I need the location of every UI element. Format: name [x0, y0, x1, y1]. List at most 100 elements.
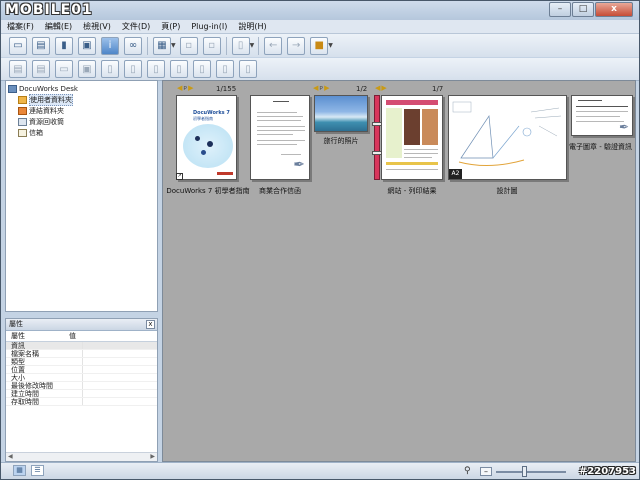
merge-icon[interactable]: ▯	[170, 60, 188, 78]
doc-stamp-thumbnail[interactable]: ✒	[571, 95, 633, 136]
rotate-icon[interactable]: ▯	[147, 60, 165, 78]
folder-tree: DocuWorks Desk 使用者資料夾 連結資料夾 資源回收筒 信箱	[5, 80, 158, 312]
doc-web-thumbnail[interactable]	[381, 95, 443, 180]
folder-open-icon[interactable]: ■	[310, 36, 329, 55]
doc-label[interactable]: 網站 - 列印結果	[373, 186, 451, 196]
horizontal-scrollbar[interactable]: ◀ ▶	[6, 452, 157, 461]
annotation-icon[interactable]: ▭	[55, 60, 73, 78]
list-view-icon[interactable]: ☰	[31, 465, 44, 476]
doc-label[interactable]: 設計圖	[467, 186, 547, 196]
grid-view-icon[interactable]: ▦	[153, 36, 171, 55]
tree-item-user-folder[interactable]: 使用者資料夾	[18, 93, 73, 106]
scanner-icon[interactable]: ▭	[9, 36, 27, 55]
split-icon[interactable]: ▯	[193, 60, 211, 78]
property-row[interactable]: 建立時間	[6, 390, 157, 398]
menu-file[interactable]: 檔案(F)	[7, 21, 34, 32]
toolbar-separator	[147, 36, 148, 55]
doc-page-nav[interactable]: ◀ᴘ▶	[313, 84, 330, 92]
brand-watermark: MOBILE01	[5, 2, 93, 18]
toolbar-separator	[258, 36, 260, 55]
recycle-bin-icon	[18, 117, 27, 126]
paste-icon[interactable]: ▫	[179, 36, 198, 55]
doc-label[interactable]: 電子圖章 - 驗證資訊	[569, 142, 635, 152]
tree-root[interactable]: DocuWorks Desk	[8, 83, 78, 94]
property-row[interactable]: 檔案名稱	[6, 350, 157, 358]
pane-splitter[interactable]	[5, 313, 158, 317]
document-desk: ◀ᴘ▶ 1/155 DocuWorks 7 初學者指南 ↗ DocuWorks …	[162, 80, 636, 462]
export-icon[interactable]: ▮	[55, 36, 73, 55]
status-bar: ▦ ☰ ⚲ – #2207953	[1, 462, 639, 479]
close-icon[interactable]: x	[146, 320, 155, 329]
pen-icon: ✒	[618, 120, 629, 134]
doc-letter-thumbnail[interactable]: ✒	[250, 95, 310, 180]
fax-icon[interactable]: ▯	[239, 60, 257, 78]
chevron-down-icon[interactable]: ▼	[250, 42, 255, 49]
properties-header: 屬性 x	[6, 319, 157, 331]
tree-item-mailbox[interactable]: 信箱	[18, 127, 43, 138]
property-row[interactable]: 存取時間	[6, 398, 157, 406]
doc-label[interactable]: 商業合作信函	[243, 186, 317, 196]
menu-bar: 檔案(F) 編輯(E) 檢視(V) 文件(D) 頁(P) Plug-in(I) …	[1, 20, 639, 34]
column-name[interactable]: 屬性	[11, 331, 69, 341]
extract-icon[interactable]: ▯	[124, 60, 142, 78]
doc-page-nav[interactable]: ◀ᴘ▶	[177, 84, 194, 92]
menu-document[interactable]: 文件(D)	[122, 21, 150, 32]
menu-edit[interactable]: 編輯(E)	[45, 21, 72, 32]
info-icon[interactable]: i	[101, 36, 119, 55]
doc-label[interactable]: DocuWorks 7 初學者指南	[165, 186, 251, 196]
zoom-out-button[interactable]: –	[480, 467, 492, 476]
pen-icon: ✒	[293, 157, 305, 173]
property-row[interactable]: 位置	[6, 366, 157, 374]
chevron-down-icon[interactable]: ▼	[328, 42, 333, 49]
tree-item-link-folder[interactable]: 連結資料夾	[18, 105, 64, 116]
printer-icon[interactable]: ▤	[32, 36, 50, 55]
title-bar: MOBILE01 – □ x	[1, 1, 639, 20]
page-count: 1/155	[216, 85, 237, 93]
bind-icon[interactable]: ▤	[9, 60, 27, 78]
property-row[interactable]: 大小	[6, 374, 157, 382]
app-window: MOBILE01 – □ x 檔案(F) 編輯(E) 檢視(V) 文件(D) 頁…	[0, 0, 640, 480]
shortcut-arrow-icon: ↗	[176, 173, 183, 180]
property-row[interactable]: 類型	[6, 358, 157, 366]
clipboard-icon[interactable]: ▫	[202, 36, 221, 55]
zoom-icon: ⚲	[464, 466, 471, 476]
column-value[interactable]: 值	[69, 331, 76, 341]
tree-item-recycle-bin[interactable]: 資源回收筒	[18, 116, 64, 127]
stack-icon[interactable]: ▣	[78, 60, 96, 78]
doc-photo-thumbnail[interactable]	[314, 95, 368, 132]
menu-page[interactable]: 頁(P)	[161, 21, 180, 32]
chevron-down-icon[interactable]: ▼	[171, 42, 176, 49]
properties-columns: 屬性 值	[6, 331, 157, 342]
doc-design-thumbnail[interactable]: A2	[448, 95, 567, 180]
page-count: 1/2	[356, 85, 368, 93]
property-row[interactable]: 資訊	[6, 342, 157, 350]
binoculars-icon[interactable]: ∞	[124, 36, 142, 55]
copy-icon[interactable]: ▯	[101, 60, 119, 78]
doc-guide-thumbnail[interactable]: DocuWorks 7 初學者指南 ↗	[176, 95, 237, 180]
main-toolbar: ▭ ▤ ▮ ▣ i ∞ ▦ ▼ ▫ ▫ ▯ ▼ ← → ■ ▼	[1, 34, 639, 57]
zoom-slider-track[interactable]	[496, 471, 566, 473]
doc-page-nav[interactable]: ◀▶	[375, 84, 388, 92]
menu-view[interactable]: 檢視(V)	[83, 21, 111, 32]
send-icon[interactable]: ▯	[216, 60, 234, 78]
menu-plugin[interactable]: Plug-in(I)	[191, 22, 227, 31]
unbind-icon[interactable]: ▤	[32, 60, 50, 78]
maximize-button[interactable]: □	[572, 2, 594, 17]
paper-size-badge: A2	[449, 169, 462, 179]
minimize-button[interactable]: –	[549, 2, 571, 17]
zoom-slider-thumb[interactable]	[522, 466, 527, 477]
design-drawing	[452, 101, 562, 167]
window-controls: – □ x	[549, 2, 633, 17]
doc-label[interactable]: 旅行的照片	[314, 136, 368, 146]
thumbnail-view-icon[interactable]: ▦	[13, 465, 26, 476]
window-icon[interactable]: ▣	[78, 36, 96, 55]
page-icon[interactable]: ▯	[231, 36, 250, 55]
desk-icon	[8, 84, 17, 93]
back-arrow-icon[interactable]: ←	[264, 36, 283, 55]
forward-arrow-icon[interactable]: →	[287, 36, 306, 55]
property-row[interactable]: 最後修改時間	[6, 382, 157, 390]
close-button[interactable]: x	[595, 2, 633, 17]
menu-help[interactable]: 說明(H)	[238, 21, 266, 32]
document-toolbar: ▤ ▤ ▭ ▣ ▯ ▯ ▯ ▯ ▯ ▯ ▯	[1, 58, 639, 81]
binder-spine	[374, 95, 380, 180]
